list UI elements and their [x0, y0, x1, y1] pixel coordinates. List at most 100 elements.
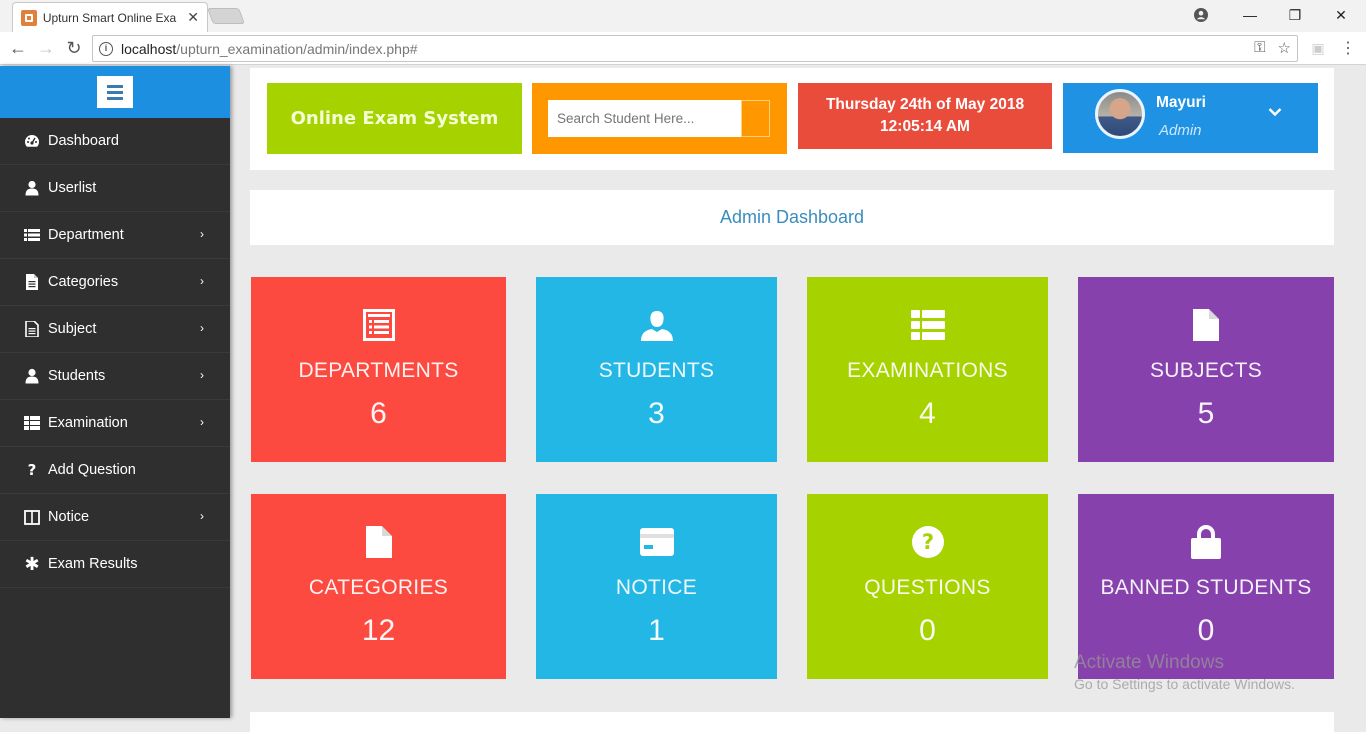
stat-tile-examinations[interactable]: EXAMINATIONS 4	[807, 277, 1048, 462]
stat-count: 6	[370, 397, 387, 430]
url-host: localhost	[121, 40, 177, 57]
chevron-right-icon: ›	[200, 415, 204, 429]
sidebar-item-label: Students	[48, 368, 106, 384]
columns-icon	[24, 509, 40, 525]
stat-count: 4	[919, 397, 936, 430]
lock-icon	[1078, 524, 1334, 560]
sidebar-item-label: Add Question	[48, 462, 136, 478]
table-icon	[24, 415, 40, 431]
user-profile-dropdown[interactable]: Mayuri Admin	[1063, 83, 1318, 153]
stat-tile-categories[interactable]: CATEGORIES 12	[251, 494, 506, 679]
list-alt-icon	[251, 307, 506, 343]
extension-icon[interactable]: ▣	[1306, 37, 1330, 59]
browser-tab-strip: Upturn Smart Online Exa ✕ — ❐ ✕	[0, 0, 1366, 32]
sidebar-item-students[interactable]: Students ›	[0, 353, 230, 400]
search-button[interactable]	[741, 100, 770, 137]
reload-button[interactable]: ↻	[62, 37, 86, 59]
menu-kebab-icon[interactable]: ⋮	[1336, 37, 1360, 59]
back-button[interactable]: ←	[6, 37, 30, 59]
search-student-input[interactable]	[548, 100, 744, 137]
sidebar-item-department[interactable]: Department ›	[0, 212, 230, 259]
sidebar-item-label: Dashboard	[48, 133, 119, 149]
key-icon[interactable]: ⚿	[1254, 39, 1265, 57]
chevron-down-icon[interactable]	[1268, 105, 1282, 119]
bottom-panel	[250, 712, 1334, 732]
restore-button[interactable]: ❐	[1272, 0, 1318, 30]
stat-tile-departments[interactable]: DEPARTMENTS 6	[251, 277, 506, 462]
close-window-button[interactable]: ✕	[1318, 0, 1364, 30]
sidebar-item-examination[interactable]: Examination ›	[0, 400, 230, 447]
time-text: 12:05:14 AM	[880, 118, 970, 135]
sidebar-item-dashboard[interactable]: Dashboard	[0, 118, 230, 165]
forward-button[interactable]: →	[34, 37, 58, 59]
sidebar-item-notice[interactable]: Notice ›	[0, 494, 230, 541]
info-icon[interactable]: i	[99, 41, 113, 56]
stat-tile-questions[interactable]: ? QUESTIONS 0	[807, 494, 1048, 679]
file-icon	[1078, 307, 1334, 343]
watermark-line2: Go to Settings to activate Windows.	[1074, 676, 1295, 692]
stat-count: 1	[648, 614, 665, 647]
asterisk-icon: ✱	[24, 553, 40, 575]
sidebar-item-label: Examination	[48, 415, 128, 431]
svg-text:?: ?	[921, 530, 933, 554]
stat-count: 12	[361, 614, 396, 647]
user-icon	[24, 180, 40, 196]
top-header: Online Exam System Thursday 24th of May …	[250, 68, 1334, 170]
watermark-line1: Activate Windows	[1074, 652, 1224, 673]
date-time-display: Thursday 24th of May 2018 12:05:14 AM	[798, 83, 1052, 149]
stat-tile-notice[interactable]: NOTICE 1	[536, 494, 777, 679]
stat-label: QUESTIONS	[864, 576, 991, 599]
search-box	[532, 83, 787, 154]
tab-title: Upturn Smart Online Exa	[42, 10, 177, 25]
stat-label: CATEGORIES	[308, 576, 449, 599]
user-icon	[536, 307, 777, 343]
address-bar[interactable]: i localhost/upturn_examination/admin/ind…	[92, 35, 1298, 62]
user-name: Mayuri	[1156, 94, 1206, 111]
file-alt-icon	[24, 321, 40, 337]
user-role: Admin	[1159, 122, 1202, 139]
stat-label: EXAMINATIONS	[847, 359, 1008, 382]
activate-windows-watermark: Activate Windows Go to Settings to activ…	[1074, 652, 1295, 692]
th-list-icon	[807, 307, 1048, 343]
bookmark-star-icon[interactable]: ☆	[1278, 39, 1291, 57]
sidebar-item-exam-results[interactable]: ✱ Exam Results	[0, 541, 230, 588]
sidebar-item-label: Exam Results	[48, 556, 138, 572]
sidebar-item-categories[interactable]: Categories ›	[0, 259, 230, 306]
chevron-right-icon: ›	[200, 321, 204, 335]
stat-tile-students[interactable]: STUDENTS 3	[536, 277, 777, 462]
sidebar: Dashboard Userlist Department › Categories › S…	[0, 66, 230, 718]
sidebar-item-label: Userlist	[48, 180, 97, 196]
dashboard-icon	[24, 133, 40, 149]
file-text-icon	[24, 274, 40, 290]
brand-title[interactable]: Online Exam System	[267, 83, 522, 154]
close-tab-icon[interactable]: ✕	[187, 9, 199, 26]
stat-count: 5	[1197, 397, 1215, 430]
url-path: /upturn_examination/admin/index.php#	[176, 40, 418, 57]
stat-label: NOTICE	[615, 576, 698, 599]
question-icon: ?	[27, 461, 37, 479]
stat-count: 0	[919, 614, 936, 647]
new-tab-button[interactable]	[207, 8, 245, 24]
sidebar-item-label: Department	[48, 227, 124, 243]
chevron-right-icon: ›	[200, 509, 204, 523]
question-circle-icon: ?	[807, 524, 1048, 560]
sidebar-item-subject[interactable]: Subject ›	[0, 306, 230, 353]
chevron-right-icon: ›	[200, 368, 204, 382]
stat-count: 0	[1197, 614, 1215, 647]
page-title: Admin Dashboard	[250, 190, 1334, 245]
sidebar-item-add-question[interactable]: ? Add Question	[0, 447, 230, 494]
stat-tile-subjects[interactable]: SUBJECTS 5	[1078, 277, 1334, 462]
credit-card-icon	[536, 524, 777, 560]
browser-toolbar: ← → ↻ i localhost/upturn_examination/adm…	[0, 32, 1366, 65]
profile-icon[interactable]	[1178, 0, 1224, 30]
chevron-right-icon: ›	[200, 274, 204, 288]
stat-label: SUBJECTS	[1149, 359, 1263, 382]
sidebar-header	[0, 66, 230, 118]
sidebar-item-userlist[interactable]: Userlist	[0, 165, 230, 212]
minimize-button[interactable]: —	[1227, 0, 1273, 30]
hamburger-menu-button[interactable]	[97, 76, 133, 108]
browser-tab[interactable]: Upturn Smart Online Exa ✕	[12, 2, 208, 32]
chevron-right-icon: ›	[200, 227, 204, 241]
file-icon	[251, 524, 506, 560]
list-icon	[24, 227, 40, 243]
